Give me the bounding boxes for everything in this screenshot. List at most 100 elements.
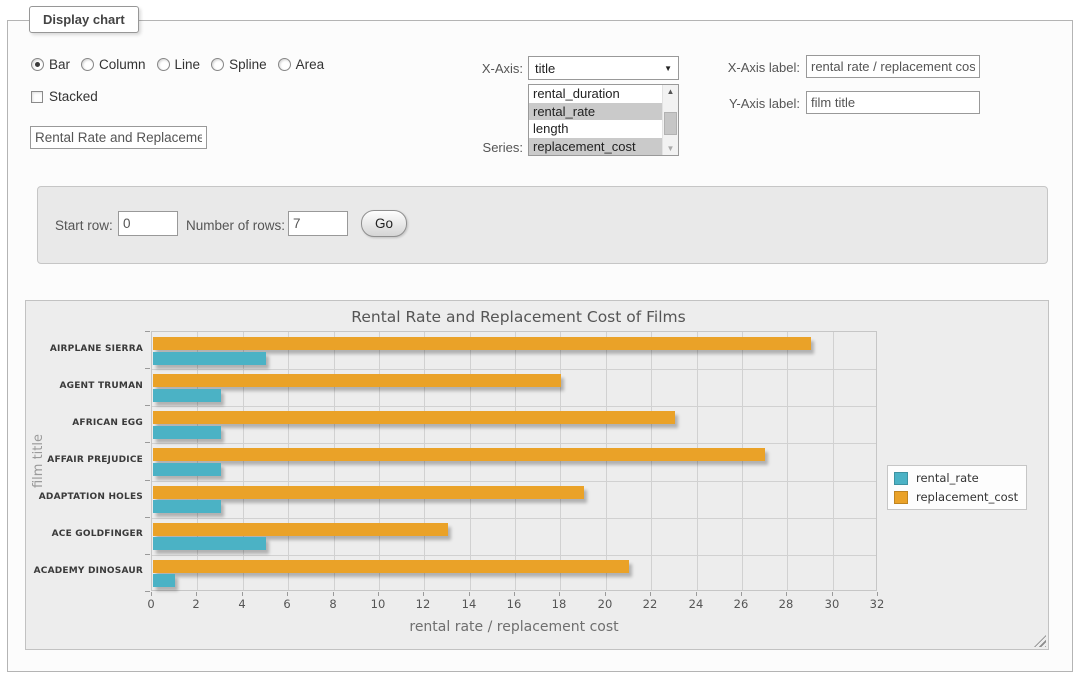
category-label: ACE GOLDFINGER	[26, 529, 143, 539]
number-of-rows-label: Number of rows:	[186, 218, 285, 233]
x-axis-label-caption: X-Axis label:	[698, 60, 800, 75]
chart-type-radio-column[interactable]: Column	[81, 57, 146, 72]
y-tick-mark	[145, 517, 150, 518]
x-tick-label: 16	[496, 597, 532, 611]
radio-icon[interactable]	[278, 58, 291, 71]
x-tick-label: 2	[178, 597, 214, 611]
scroll-up-icon[interactable]: ▲	[663, 85, 678, 98]
radio-label: Area	[296, 57, 325, 72]
y-axis-label-caption: Y-Axis label:	[698, 96, 800, 111]
stacked-checkbox-row[interactable]: Stacked	[31, 89, 98, 104]
x-tick-mark	[741, 592, 742, 596]
gridline	[787, 332, 788, 590]
y-tick-mark	[145, 591, 150, 592]
x-tick-label: 12	[405, 597, 441, 611]
x-tick-label: 10	[360, 597, 396, 611]
category-label: AIRPLANE SIERRA	[26, 344, 143, 354]
chart-type-radio-bar[interactable]: Bar	[31, 57, 70, 72]
series-options: rental_durationrental_ratelengthreplacem…	[529, 85, 662, 155]
bar-replacement_cost	[153, 411, 675, 424]
chart-type-radio-group: Bar Column Line Spline Area	[31, 57, 324, 72]
series-option-replacement_cost[interactable]: replacement_cost	[529, 138, 662, 156]
chart-type-radio-spline[interactable]: Spline	[211, 57, 267, 72]
series-option-length[interactable]: length	[529, 120, 662, 138]
bar-rental_rate	[153, 574, 175, 587]
chart-title: Rental Rate and Replacement Cost of Film…	[26, 308, 1011, 326]
series-option-rental_duration[interactable]: rental_duration	[529, 85, 662, 103]
x-tick-label: 20	[587, 597, 623, 611]
stacked-label: Stacked	[49, 89, 98, 104]
bar-replacement_cost	[153, 560, 629, 573]
legend-swatch	[894, 491, 908, 504]
x-tick-mark	[559, 592, 560, 596]
gridline	[152, 443, 876, 444]
y-tick-mark	[145, 480, 150, 481]
category-label: AGENT TRUMAN	[26, 381, 143, 391]
x-axis-selected-value: title	[535, 61, 555, 76]
x-tick-mark	[650, 592, 651, 596]
chart-type-radio-line[interactable]: Line	[157, 57, 201, 72]
series-scrollbar[interactable]: ▲ ▼	[662, 85, 678, 155]
radio-icon[interactable]	[81, 58, 94, 71]
radio-icon[interactable]	[211, 58, 224, 71]
radio-label: Bar	[49, 57, 70, 72]
chart-legend: rental_rate replacement_cost	[887, 465, 1027, 510]
y-tick-mark	[145, 554, 150, 555]
bar-replacement_cost	[153, 523, 448, 536]
legend-label: replacement_cost	[916, 490, 1018, 504]
series-option-rental_rate[interactable]: rental_rate	[529, 103, 662, 121]
x-tick-mark	[378, 592, 379, 596]
chart-widget: Rental Rate and Replacement Cost of Film…	[25, 300, 1049, 650]
scroll-down-icon[interactable]: ▼	[663, 142, 678, 155]
x-tick-mark	[469, 592, 470, 596]
chart-type-radio-area[interactable]: Area	[278, 57, 325, 72]
x-tick-mark	[605, 592, 606, 596]
y-axis-label-input[interactable]	[806, 91, 980, 114]
legend-swatch	[894, 472, 908, 485]
chart-title-input[interactable]	[30, 126, 207, 149]
bar-rental_rate	[153, 426, 221, 439]
legend-label: rental_rate	[916, 471, 979, 485]
series-multiselect[interactable]: rental_durationrental_ratelengthreplacem…	[528, 84, 679, 156]
x-tick-label: 0	[133, 597, 169, 611]
start-row-input[interactable]	[118, 211, 178, 236]
category-label: AFFAIR PREJUDICE	[26, 455, 143, 465]
radio-icon[interactable]	[157, 58, 170, 71]
x-tick-mark	[333, 592, 334, 596]
start-row-label: Start row:	[55, 218, 113, 233]
x-tick-label: 26	[723, 597, 759, 611]
x-axis-label-input[interactable]	[806, 55, 980, 78]
bar-replacement_cost	[153, 486, 584, 499]
x-tick-mark	[242, 592, 243, 596]
bar-rental_rate	[153, 463, 221, 476]
legend-entry-rental_rate: rental_rate	[894, 471, 1018, 485]
x-tick-label: 18	[541, 597, 577, 611]
bar-rental_rate	[153, 537, 266, 550]
x-tick-mark	[877, 592, 878, 596]
x-tick-label: 8	[315, 597, 351, 611]
x-tick-label: 30	[814, 597, 850, 611]
x-tick-label: 4	[224, 597, 260, 611]
radio-icon[interactable]	[31, 58, 44, 71]
gridline	[152, 406, 876, 407]
radio-label: Line	[175, 57, 201, 72]
number-of-rows-input[interactable]	[288, 211, 348, 236]
stacked-checkbox[interactable]	[31, 91, 43, 103]
y-tick-mark	[145, 331, 150, 332]
x-axis-title: rental rate / replacement cost	[151, 619, 877, 635]
scrollbar-thumb[interactable]	[664, 112, 677, 135]
gridline	[152, 369, 876, 370]
go-button[interactable]: Go	[361, 210, 407, 237]
y-tick-mark	[145, 405, 150, 406]
x-axis-select[interactable]: title ▼	[528, 56, 679, 80]
dropdown-arrow-icon: ▼	[664, 64, 672, 73]
gridline	[152, 518, 876, 519]
series-caption: Series:	[421, 140, 523, 155]
x-tick-mark	[287, 592, 288, 596]
gridline	[833, 332, 834, 590]
category-label: ACADEMY DINOSAUR	[26, 566, 143, 576]
x-tick-mark	[514, 592, 515, 596]
resize-grip-icon[interactable]	[1034, 635, 1046, 647]
x-tick-label: 32	[859, 597, 895, 611]
panel-title: Display chart	[29, 6, 139, 33]
